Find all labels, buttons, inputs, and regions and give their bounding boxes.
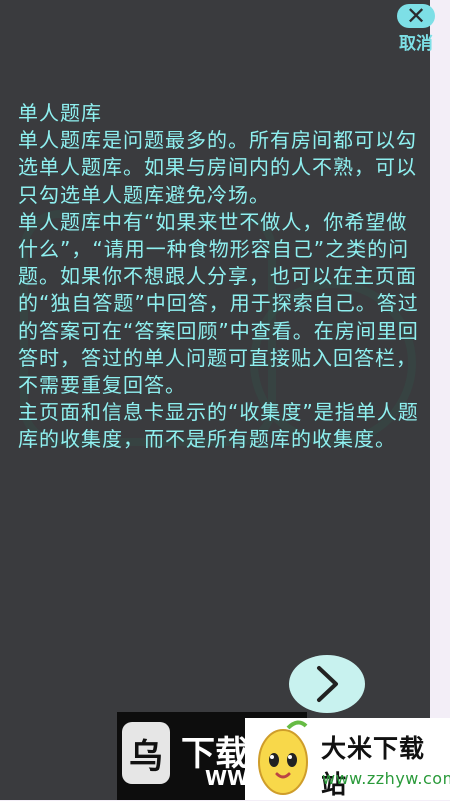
close-icon: ✕ (397, 4, 435, 28)
watermark-logo-icon: 乌 (122, 722, 170, 784)
help-paragraph-3: 主页面和信息卡显示的“收集度”是指单人题库的收集度，而不是所有题库的收集度。 (18, 400, 419, 452)
site-url: www.zzhyw.com (322, 769, 450, 788)
help-title: 单人题库 (18, 101, 102, 125)
screen: ✕ 取消 单人题库 单人题库是问题最多的。所有房间都可以勾选单人题库。如果与房间… (0, 0, 450, 800)
chevron-right-icon (317, 666, 338, 702)
help-paragraph-2: 单人题库中有“如果来世不做人，你希望做什么”，“请用一种食物形容自己”之类的问题… (18, 209, 419, 398)
egg-mascot-icon (258, 720, 308, 795)
next-button[interactable] (289, 655, 365, 713)
cancel-button[interactable]: ✕ 取消 (390, 4, 442, 54)
site-name: 大米下载站 (321, 734, 426, 799)
help-paragraph-1: 单人题库是问题最多的。所有房间都可以勾选单人题库。如果与房间内的人不熟，可以只勾… (18, 128, 417, 207)
cancel-label: 取消 (399, 34, 433, 54)
help-text: 单人题库 单人题库是问题最多的。所有房间都可以勾选单人题库。如果与房间内的人不熟… (18, 100, 423, 454)
